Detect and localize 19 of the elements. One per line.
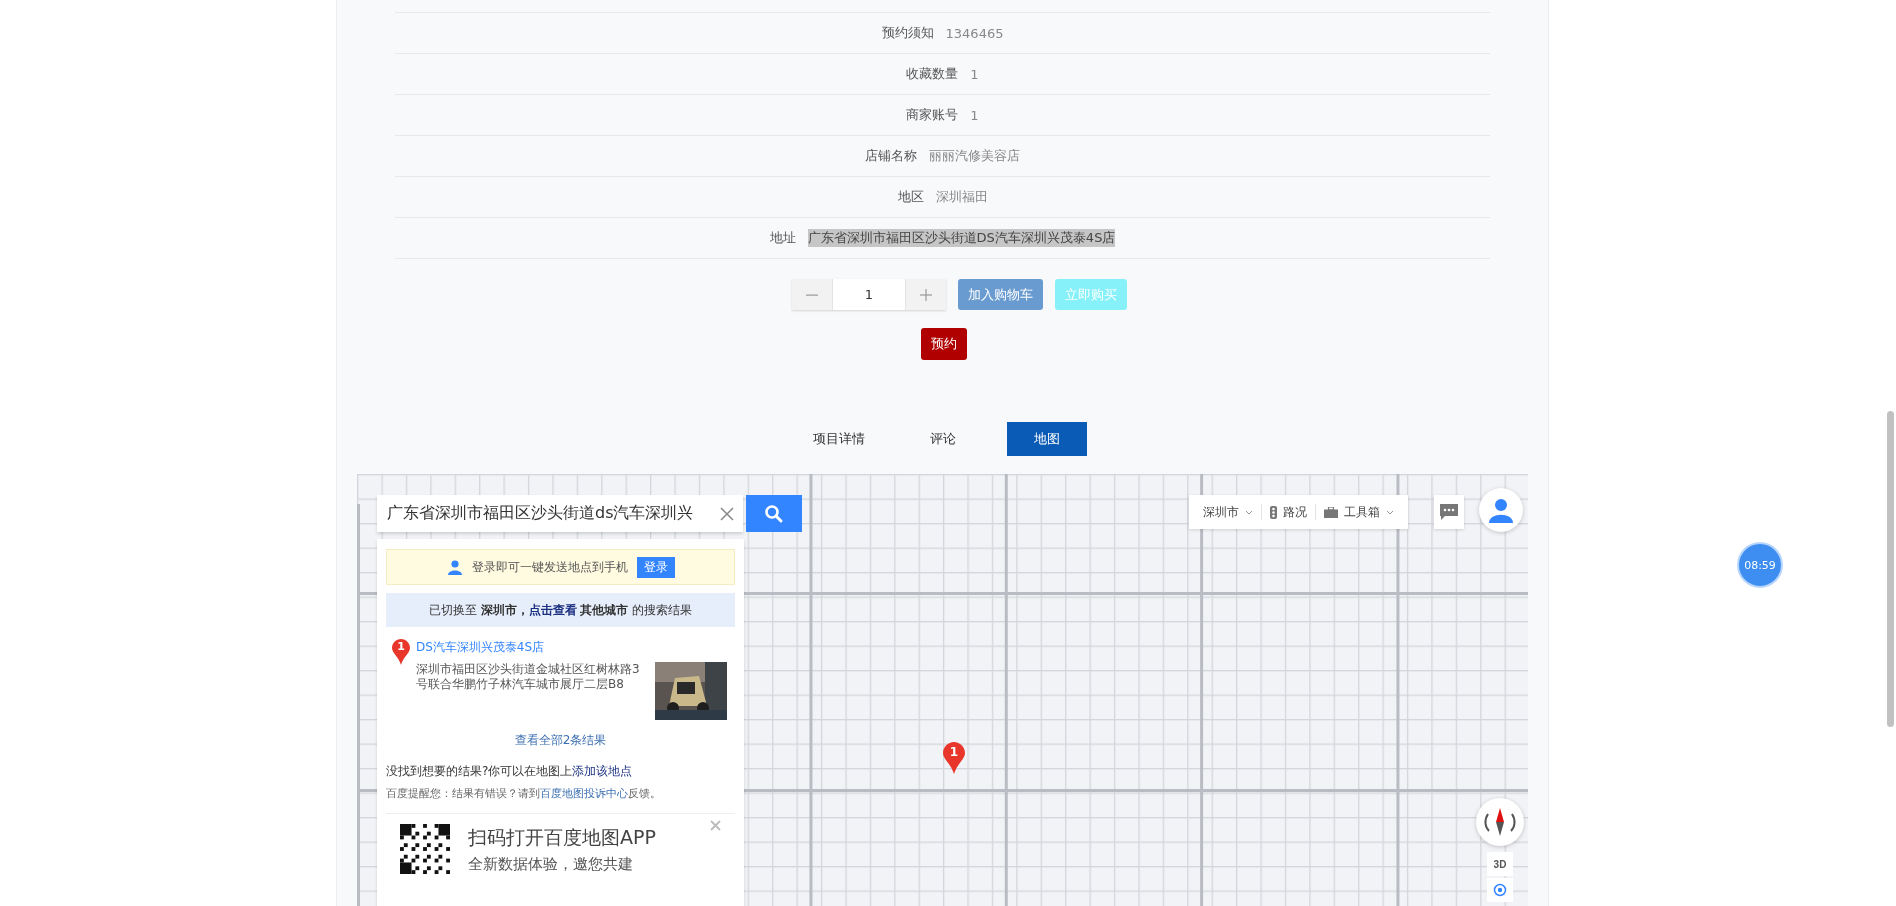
detail-label: 预约须知 [881, 24, 934, 42]
detail-label: 店铺名称 [865, 147, 917, 165]
tab[interactable]: 评论 [902, 422, 983, 456]
detail-value: 1346465 [945, 25, 1004, 41]
plus-icon [920, 288, 932, 301]
detail-value: 丽丽汽修美容店 [929, 147, 1020, 165]
detail-label: 地址 [769, 229, 796, 247]
detail-label: 收藏数量 [906, 65, 959, 83]
detail-label: 地区 [897, 188, 924, 206]
quantity-field[interactable]: 1 [832, 279, 906, 310]
scrollbar-thumb[interactable] [1887, 411, 1894, 727]
detail-value: 广东省深圳市福田区沙头街道DS汽车深圳兴茂泰4S店 [807, 229, 1116, 247]
detail-value: 1 [970, 66, 979, 82]
detail-label: 商家账号 [906, 106, 959, 124]
tab[interactable]: 地图 [1006, 422, 1087, 456]
detail-value: 1 [970, 107, 979, 123]
tab[interactable]: 项目详情 [798, 422, 879, 456]
detail-value: 深圳福田 [935, 188, 988, 206]
reserve-button[interactable]: 预约 [920, 328, 967, 360]
